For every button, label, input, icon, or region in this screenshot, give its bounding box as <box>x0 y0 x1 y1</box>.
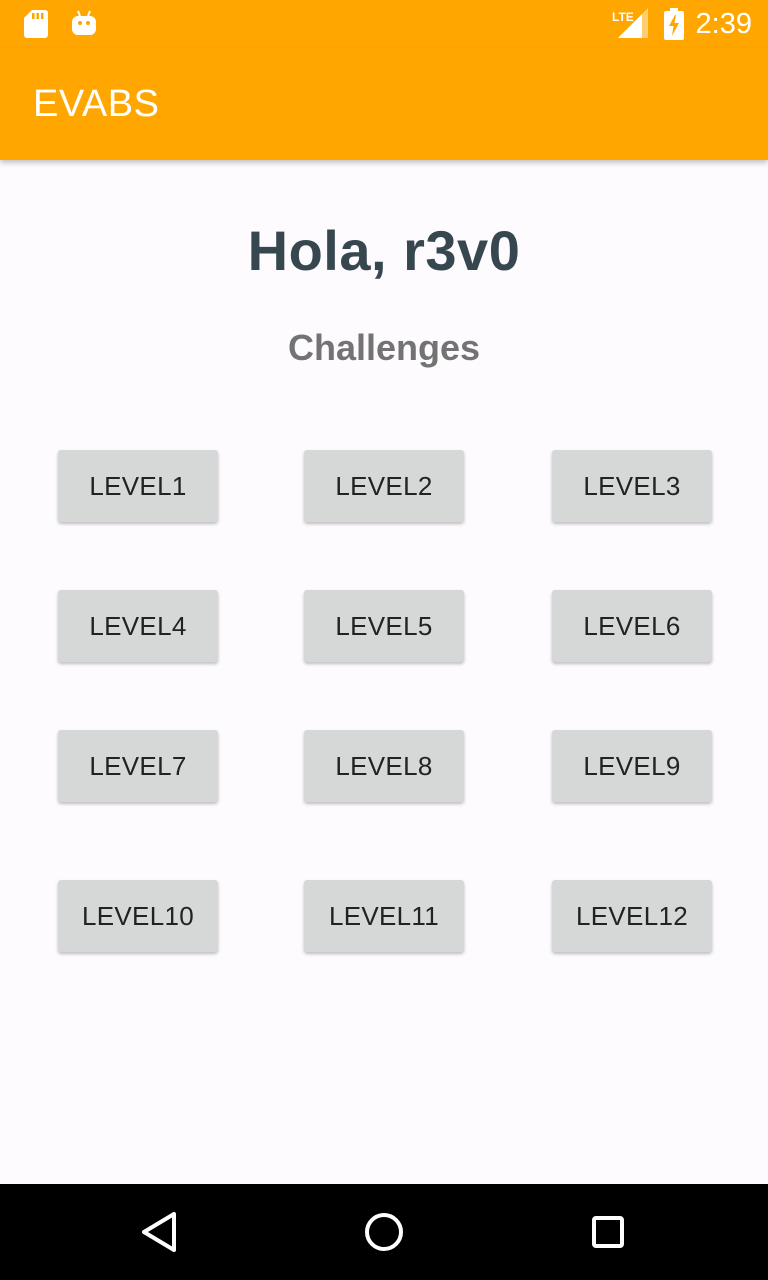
greeting-heading: Hola, r3v0 <box>247 219 521 282</box>
home-button[interactable] <box>324 1184 444 1280</box>
level9-button[interactable]: LEVEL9 <box>552 730 712 802</box>
network-label: LTE <box>612 10 634 24</box>
status-bar: LTE 2:39 <box>0 0 768 48</box>
level12-button[interactable]: LEVEL12 <box>552 880 712 952</box>
level10-button[interactable]: LEVEL10 <box>58 880 218 952</box>
level1-button[interactable]: LEVEL1 <box>58 450 218 522</box>
lte-signal-icon: LTE <box>612 8 648 38</box>
level7-button[interactable]: LEVEL7 <box>58 730 218 802</box>
battery-charging-icon <box>664 8 684 40</box>
status-time: 2:39 <box>695 8 752 40</box>
level11-button[interactable]: LEVEL11 <box>304 880 464 952</box>
level5-button[interactable]: LEVEL5 <box>304 590 464 662</box>
sd-card-icon <box>24 10 48 38</box>
level4-button[interactable]: LEVEL4 <box>58 590 218 662</box>
back-icon <box>142 1212 176 1252</box>
app-title: EVABS <box>33 83 160 125</box>
challenges-heading: Challenges <box>287 327 481 368</box>
android-debug-icon <box>72 10 96 35</box>
navigation-bar <box>0 1184 768 1280</box>
recents-icon <box>592 1216 624 1248</box>
level6-button[interactable]: LEVEL6 <box>552 590 712 662</box>
back-button[interactable] <box>100 1184 220 1280</box>
level2-button[interactable]: LEVEL2 <box>304 450 464 522</box>
home-icon <box>365 1213 403 1251</box>
level3-button[interactable]: LEVEL3 <box>552 450 712 522</box>
recents-button[interactable] <box>548 1184 668 1280</box>
level8-button[interactable]: LEVEL8 <box>304 730 464 802</box>
app-bar: EVABS <box>0 48 768 160</box>
